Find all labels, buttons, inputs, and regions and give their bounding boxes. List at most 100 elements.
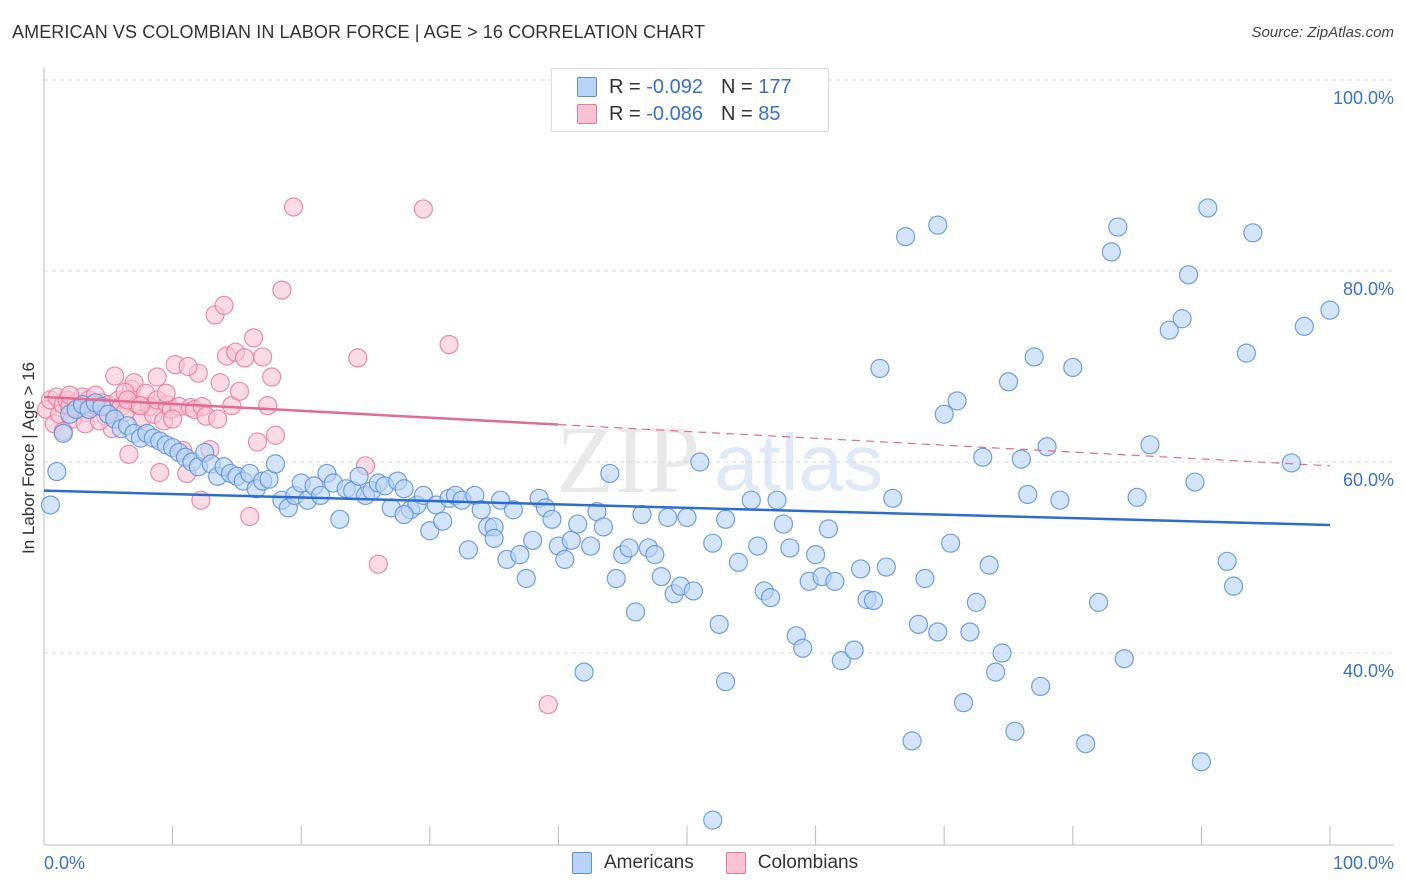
americans-point — [1236, 343, 1257, 363]
legend-label-americans: Americans — [604, 852, 694, 873]
colombians-point — [229, 381, 250, 401]
colombians-point — [214, 295, 234, 315]
americans-point — [330, 509, 350, 529]
americans-legend-swatch — [572, 852, 592, 874]
americans-point — [1140, 435, 1160, 455]
americans-swatch — [577, 77, 597, 97]
americans-point — [568, 514, 588, 534]
americans-point — [992, 643, 1012, 663]
americans-point — [1114, 649, 1134, 669]
series-legend: Americans Colombians — [572, 852, 890, 874]
americans-point — [619, 538, 639, 558]
americans-point — [555, 549, 575, 570]
y-tick-label: 60.0% — [1343, 470, 1394, 490]
colombians-legend-swatch — [725, 852, 746, 874]
americans-point — [1320, 300, 1340, 320]
americans-point — [1198, 198, 1218, 218]
colombians-point — [244, 328, 264, 348]
americans-point — [767, 490, 787, 510]
americans-point — [40, 495, 61, 515]
americans-point — [709, 614, 729, 634]
y-tick-label: 100.0% — [1333, 88, 1394, 108]
americans-point — [484, 528, 504, 549]
legend-item-americans[interactable]: Americans — [572, 852, 694, 874]
colombians-point — [348, 348, 368, 368]
americans-point — [1178, 265, 1199, 285]
americans-point — [966, 592, 986, 612]
colombians-point — [283, 197, 304, 217]
americans-point — [1005, 721, 1025, 741]
americans-point — [1217, 551, 1237, 571]
y-tick-label: 40.0% — [1343, 661, 1394, 681]
americans-point — [1101, 242, 1121, 262]
americans-point — [1223, 576, 1244, 596]
americans-point — [947, 391, 967, 411]
colombians-point — [240, 506, 260, 527]
americans-point — [986, 662, 1006, 682]
colombians-point — [163, 409, 183, 429]
watermark-atlas: atlas — [714, 418, 883, 507]
americans-point — [1191, 752, 1212, 772]
americans-point — [728, 552, 749, 572]
americans-point — [394, 479, 414, 499]
r-value: -0.086 — [646, 102, 703, 125]
colombians-point — [538, 694, 558, 715]
americans-point — [510, 545, 530, 565]
r-value: -0.092 — [646, 75, 703, 98]
legend-label-colombians: Colombians — [757, 852, 859, 873]
watermark: ZIP atlas — [556, 406, 883, 513]
colombians-point — [439, 334, 459, 355]
americans-point — [883, 488, 903, 508]
americans-point — [851, 559, 871, 579]
americans-point — [394, 504, 414, 525]
americans-point — [47, 461, 67, 482]
y-axis-title: In Labor Force | Age > 16 — [19, 362, 38, 554]
americans-point — [863, 590, 884, 611]
americans-point — [748, 536, 768, 556]
americans-point — [542, 509, 562, 529]
americans-point — [458, 540, 478, 560]
legend-item-colombians[interactable]: Colombians — [725, 852, 859, 874]
n-label: N = — [720, 102, 759, 125]
americans-point — [265, 454, 286, 474]
colombians-point — [262, 367, 282, 387]
americans-point — [1050, 490, 1070, 510]
americans-point — [928, 622, 948, 642]
americans-point — [632, 504, 652, 525]
colombians-point — [105, 366, 125, 386]
americans-point — [760, 588, 781, 608]
americans-point — [1024, 347, 1044, 367]
americans-point — [1108, 217, 1128, 237]
x-tick-label-min: 0.0% — [44, 853, 85, 873]
stats-legend-row-americans: R = -0.092 N = 177 — [577, 75, 792, 99]
americans-point — [876, 557, 896, 577]
americans-point — [349, 466, 369, 486]
americans-point — [703, 810, 723, 830]
colombians-point — [258, 396, 278, 416]
colombians-point — [272, 280, 292, 300]
americans-point — [793, 638, 813, 658]
americans-point — [1243, 223, 1263, 243]
y-tick-labels: 100.0% 80.0% 60.0% 40.0% — [1333, 88, 1394, 681]
americans-point — [1127, 487, 1147, 507]
americans-point — [1281, 453, 1302, 473]
colombians-point — [178, 356, 198, 377]
americans-point — [902, 731, 922, 751]
colombians-point — [413, 199, 433, 219]
americans-point — [1011, 449, 1031, 469]
americans-point — [606, 568, 626, 589]
x-ticks — [43, 826, 1331, 845]
americans-point — [690, 452, 710, 472]
americans-point — [953, 693, 974, 713]
americans-point — [998, 372, 1019, 392]
americans-point — [574, 662, 594, 682]
americans-point — [516, 568, 536, 589]
colombians-points — [36, 197, 558, 715]
americans-point — [780, 538, 800, 558]
americans-point — [703, 533, 723, 553]
americans-point — [934, 404, 954, 424]
colombians-point — [208, 409, 228, 429]
americans-points — [40, 198, 1340, 830]
americans-point — [715, 509, 736, 529]
americans-point — [715, 672, 736, 692]
